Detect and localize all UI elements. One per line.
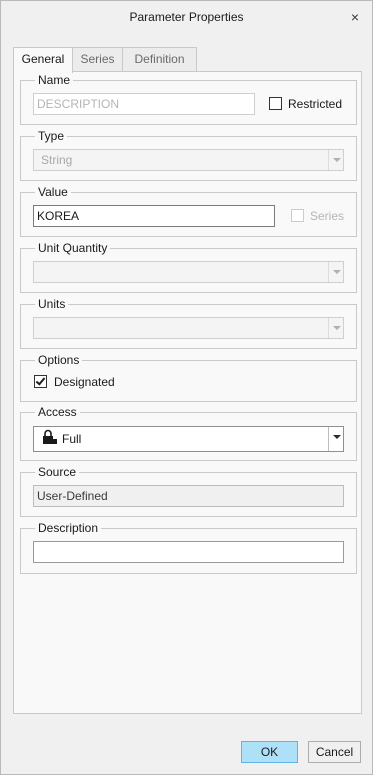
access-legend: Access (35, 405, 80, 419)
dialog-title: Parameter Properties (129, 10, 244, 24)
parameter-properties-dialog: Parameter Properties × General Series De… (0, 0, 373, 775)
description-group: Description (20, 521, 357, 574)
name-group: Name DESCRIPTION Restricted (20, 73, 357, 125)
chevron-down-icon (328, 318, 343, 338)
tab-definition[interactable]: Definition (122, 47, 197, 72)
value-field[interactable]: KOREA (33, 205, 275, 227)
ok-button[interactable]: OK (241, 741, 298, 763)
unit-quantity-select[interactable] (33, 261, 344, 283)
source-group: Source User-Defined (20, 465, 357, 517)
cancel-button[interactable]: Cancel (308, 741, 361, 763)
access-select[interactable]: Full (33, 426, 344, 452)
access-group: Access Full (20, 405, 357, 461)
tab-series[interactable]: Series (72, 47, 123, 72)
type-legend: Type (35, 129, 68, 143)
name-field[interactable]: DESCRIPTION (33, 93, 255, 115)
value-group: Value KOREA Series (20, 185, 357, 237)
source-field: User-Defined (33, 485, 344, 507)
restricted-checkbox[interactable] (269, 97, 282, 110)
designated-checkbox[interactable] (34, 375, 47, 388)
general-panel: Name DESCRIPTION Restricted Type String … (13, 71, 362, 714)
name-legend: Name (35, 73, 74, 87)
type-select-value: String (41, 153, 73, 167)
description-legend: Description (35, 521, 102, 535)
access-select-value: Full (62, 432, 82, 446)
lock-icon (43, 429, 57, 444)
units-select[interactable] (33, 317, 344, 339)
options-group: Options Designated (20, 353, 357, 402)
series-label: Series (310, 209, 345, 223)
units-group: Units (20, 297, 357, 349)
designated-label: Designated (54, 375, 115, 389)
series-checkbox[interactable] (291, 209, 304, 222)
value-legend: Value (35, 185, 71, 199)
checkmark-icon (35, 375, 46, 386)
options-legend: Options (35, 353, 83, 367)
source-legend: Source (35, 465, 80, 479)
unit-quantity-legend: Unit Quantity (35, 241, 111, 255)
description-field[interactable] (33, 541, 344, 563)
type-group: Type String (20, 129, 357, 181)
chevron-down-icon (328, 427, 343, 451)
title-bar: Parameter Properties × (1, 1, 372, 34)
close-icon[interactable]: × (346, 8, 364, 26)
chevron-down-icon (328, 262, 343, 282)
units-legend: Units (35, 297, 69, 311)
restricted-label: Restricted (288, 97, 343, 111)
tab-general[interactable]: General (13, 47, 73, 73)
type-select[interactable]: String (33, 149, 344, 171)
unit-quantity-group: Unit Quantity (20, 241, 357, 293)
chevron-down-icon (328, 150, 343, 170)
